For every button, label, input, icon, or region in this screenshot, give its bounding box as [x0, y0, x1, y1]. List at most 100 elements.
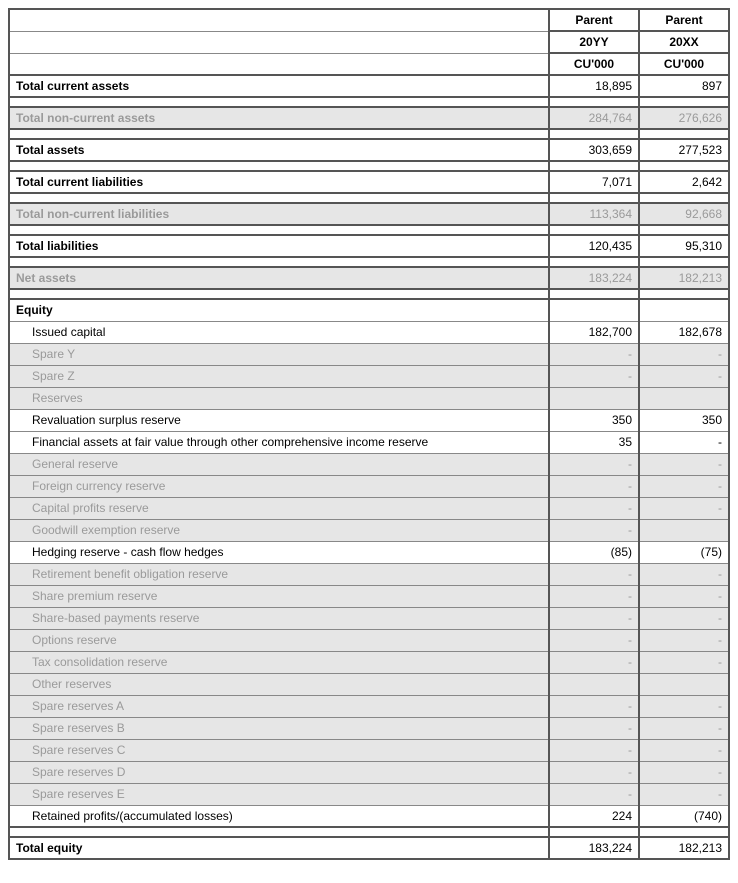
row-total-noncurrent-assets: Total non-current assets 284,764 276,626	[9, 107, 729, 129]
cell-yy: 182,700	[549, 321, 639, 343]
header-year-yy: 20YY	[549, 31, 639, 53]
cell-xx: -	[639, 761, 729, 783]
row-options-reserve: Options reserve - -	[9, 629, 729, 651]
cell-xx: 2,642	[639, 171, 729, 193]
row-share-based-payments-reserve: Share-based payments reserve - -	[9, 607, 729, 629]
spacer	[9, 193, 729, 203]
cell-label: Spare reserves D	[9, 761, 549, 783]
cell-yy: 303,659	[549, 139, 639, 161]
cell-label: Hedging reserve - cash flow hedges	[9, 541, 549, 563]
cell-xx: (75)	[639, 541, 729, 563]
cell-xx: 182,213	[639, 267, 729, 289]
row-spare-reserves-e: Spare reserves E - -	[9, 783, 729, 805]
cell-xx: 182,213	[639, 837, 729, 859]
spacer	[9, 225, 729, 235]
row-other-reserves: Other reserves	[9, 673, 729, 695]
cell-label: Share-based payments reserve	[9, 607, 549, 629]
cell-xx: (740)	[639, 805, 729, 827]
spacer	[9, 827, 729, 837]
cell-xx: -	[639, 343, 729, 365]
cell-label: Spare Z	[9, 365, 549, 387]
row-issued-capital: Issued capital 182,700 182,678	[9, 321, 729, 343]
header-row-year: 20YY 20XX	[9, 31, 729, 53]
cell-yy: -	[549, 761, 639, 783]
cell-label: Net assets	[9, 267, 549, 289]
cell-yy: -	[549, 695, 639, 717]
header-unit-yy: CU'000	[549, 53, 639, 75]
cell-yy: -	[549, 629, 639, 651]
cell-yy: 183,224	[549, 267, 639, 289]
header-blank	[9, 31, 549, 53]
cell-xx: -	[639, 651, 729, 673]
cell-xx: -	[639, 607, 729, 629]
cell-label: Retirement benefit obligation reserve	[9, 563, 549, 585]
row-share-premium-reserve: Share premium reserve - -	[9, 585, 729, 607]
cell-label: Total assets	[9, 139, 549, 161]
cell-label: Retained profits/(accumulated losses)	[9, 805, 549, 827]
cell-yy: -	[549, 365, 639, 387]
cell-label: Options reserve	[9, 629, 549, 651]
cell-yy: 113,364	[549, 203, 639, 225]
cell-yy	[549, 673, 639, 695]
cell-xx: 277,523	[639, 139, 729, 161]
header-blank	[9, 53, 549, 75]
cell-yy: -	[549, 343, 639, 365]
cell-yy	[549, 299, 639, 321]
cell-label: Spare reserves A	[9, 695, 549, 717]
row-retained-profits: Retained profits/(accumulated losses) 22…	[9, 805, 729, 827]
cell-xx: -	[639, 717, 729, 739]
header-year-xx: 20XX	[639, 31, 729, 53]
cell-yy: -	[549, 563, 639, 585]
cell-yy: 350	[549, 409, 639, 431]
cell-label: Total current assets	[9, 75, 549, 97]
cell-xx: 92,668	[639, 203, 729, 225]
cell-xx: -	[639, 475, 729, 497]
cell-xx	[639, 299, 729, 321]
cell-xx: 897	[639, 75, 729, 97]
cell-xx	[639, 387, 729, 409]
spacer	[9, 257, 729, 267]
cell-label: Other reserves	[9, 673, 549, 695]
cell-xx: 350	[639, 409, 729, 431]
row-total-current-assets: Total current assets 18,895 897	[9, 75, 729, 97]
cell-yy: 120,435	[549, 235, 639, 257]
row-spare-reserves-b: Spare reserves B - -	[9, 717, 729, 739]
spacer	[9, 161, 729, 171]
financial-table: Parent Parent 20YY 20XX CU'000 CU'000 To…	[8, 8, 730, 860]
cell-xx: -	[639, 585, 729, 607]
row-fvoci-reserve: Financial assets at fair value through o…	[9, 431, 729, 453]
cell-yy: -	[549, 585, 639, 607]
header-parent-yy: Parent	[549, 9, 639, 31]
cell-yy: -	[549, 607, 639, 629]
cell-label: Capital profits reserve	[9, 497, 549, 519]
cell-xx: -	[639, 431, 729, 453]
row-spare-z: Spare Z - -	[9, 365, 729, 387]
cell-xx: -	[639, 695, 729, 717]
cell-yy: -	[549, 651, 639, 673]
spacer	[9, 289, 729, 299]
header-row-unit: CU'000 CU'000	[9, 53, 729, 75]
cell-xx: 182,678	[639, 321, 729, 343]
header-row-entity: Parent Parent	[9, 9, 729, 31]
cell-xx: -	[639, 365, 729, 387]
cell-xx: 276,626	[639, 107, 729, 129]
row-retirement-benefit-reserve: Retirement benefit obligation reserve - …	[9, 563, 729, 585]
cell-xx: -	[639, 497, 729, 519]
cell-label: General reserve	[9, 453, 549, 475]
row-general-reserve: General reserve - -	[9, 453, 729, 475]
row-total-current-liabilities: Total current liabilities 7,071 2,642	[9, 171, 729, 193]
cell-label: Total non-current liabilities	[9, 203, 549, 225]
row-total-noncurrent-liabilities: Total non-current liabilities 113,364 92…	[9, 203, 729, 225]
cell-label: Total liabilities	[9, 235, 549, 257]
cell-yy: -	[549, 739, 639, 761]
cell-yy: -	[549, 717, 639, 739]
cell-xx: -	[639, 563, 729, 585]
row-net-assets: Net assets 183,224 182,213	[9, 267, 729, 289]
cell-label: Foreign currency reserve	[9, 475, 549, 497]
row-foreign-currency-reserve: Foreign currency reserve - -	[9, 475, 729, 497]
cell-xx: 95,310	[639, 235, 729, 257]
row-spare-reserves-c: Spare reserves C - -	[9, 739, 729, 761]
cell-xx	[639, 519, 729, 541]
header-unit-xx: CU'000	[639, 53, 729, 75]
cell-xx: -	[639, 783, 729, 805]
